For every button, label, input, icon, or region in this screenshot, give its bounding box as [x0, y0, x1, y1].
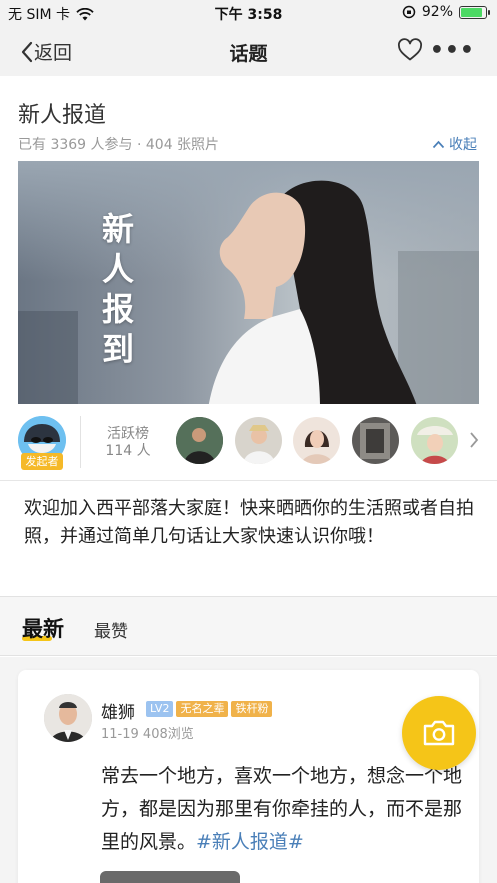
post-date: 11-19 — [101, 727, 139, 742]
back-label: 返回 — [34, 42, 73, 64]
post-card[interactable]: 雄狮 LV2 无名之辈 铁杆粉 11-19 408浏览 常去一个地方，喜欢一个地… — [18, 670, 479, 883]
post-hashtag[interactable]: #新人报道# — [196, 831, 304, 853]
post-author-name[interactable]: 雄狮 — [101, 698, 135, 723]
woman-portrait — [208, 180, 417, 404]
active-user-avatar[interactable] — [293, 417, 340, 464]
status-right: 92% — [402, 4, 490, 20]
battery-icon — [459, 5, 490, 19]
status-bar: 无 SIM 卡 下午 3:58 92% — [0, 0, 497, 26]
active-users-row: 发起者 活跃榜 114 人 — [0, 412, 497, 472]
active-user-avatar[interactable] — [235, 417, 282, 464]
topic-title: 新人报道 — [18, 103, 107, 128]
topic-banner-image: 新人报到 — [18, 161, 479, 404]
chevron-right-icon[interactable] — [469, 431, 479, 449]
post-image-thumbnail[interactable] — [100, 871, 240, 883]
rank-label: 活跃榜 — [107, 426, 149, 442]
banner-caption: 新人报到 — [101, 210, 134, 368]
feed-tabs: 最新 最赞 — [0, 596, 497, 656]
user-avatar-image — [411, 417, 458, 464]
nav-bar: 返回 话题 ••• — [0, 26, 497, 76]
founder-badge: 发起者 — [21, 453, 63, 470]
topic-page: 无 SIM 卡 下午 3:58 92% 返回 话题 ••• 新人报道 已有 33… — [0, 0, 497, 883]
post-meta: 11-19 408浏览 — [101, 723, 194, 742]
fan-badge: 铁杆粉 — [231, 701, 273, 717]
collapse-button[interactable]: 收起 — [432, 134, 477, 154]
user-avatar-image — [176, 417, 223, 464]
active-user-avatar[interactable] — [352, 417, 399, 464]
user-avatar-image — [235, 417, 282, 464]
camera-button[interactable] — [402, 696, 476, 770]
founder-avatar[interactable]: 发起者 — [18, 416, 66, 470]
post-body: 常去一个地方，喜欢一个地方，想念一个地方，都是因为那里有你牵挂的人，而不是那里的… — [101, 760, 463, 859]
topic-meta: 已有 3369 人参与 · 404 张照片 — [18, 137, 220, 153]
author-avatar-image — [44, 694, 92, 742]
section-divider — [0, 480, 497, 481]
active-rank-link[interactable]: 活跃榜 114 人 — [88, 426, 168, 460]
level-badge: LV2 — [146, 701, 174, 717]
rotation-lock-icon — [402, 5, 416, 19]
post-author-avatar[interactable] — [44, 694, 92, 742]
title-badge: 无名之辈 — [176, 701, 229, 717]
tab-newest-label: 最新 — [22, 617, 64, 641]
collapse-label: 收起 — [449, 137, 477, 153]
row-divider — [80, 416, 81, 468]
back-button[interactable]: 返回 — [20, 38, 72, 65]
chevron-left-icon — [21, 41, 33, 62]
post-views: 408浏览 — [142, 727, 194, 742]
tab-newest[interactable]: 最新 — [22, 613, 64, 643]
user-avatar-image — [293, 417, 340, 464]
chevron-up-icon — [432, 140, 445, 148]
user-avatar-image — [352, 417, 399, 464]
more-button[interactable]: ••• — [430, 38, 475, 63]
author-badges: LV2 无名之辈 铁杆粉 — [146, 701, 273, 717]
rank-count: 114 人 — [105, 443, 151, 459]
active-user-avatar[interactable] — [176, 417, 223, 464]
banner-building — [18, 311, 78, 404]
favorite-heart-icon[interactable] — [397, 38, 423, 62]
battery-percent: 92% — [421, 4, 453, 20]
tab-most-liked[interactable]: 最赞 — [94, 617, 128, 642]
topic-description: 欢迎加入西平部落大家庭！快来晒晒你的生活照或者自拍照，并通过简单几句话让大家快速… — [24, 498, 474, 547]
battery-fill — [461, 7, 483, 17]
camera-icon — [423, 720, 455, 746]
active-user-avatar[interactable] — [411, 417, 458, 464]
